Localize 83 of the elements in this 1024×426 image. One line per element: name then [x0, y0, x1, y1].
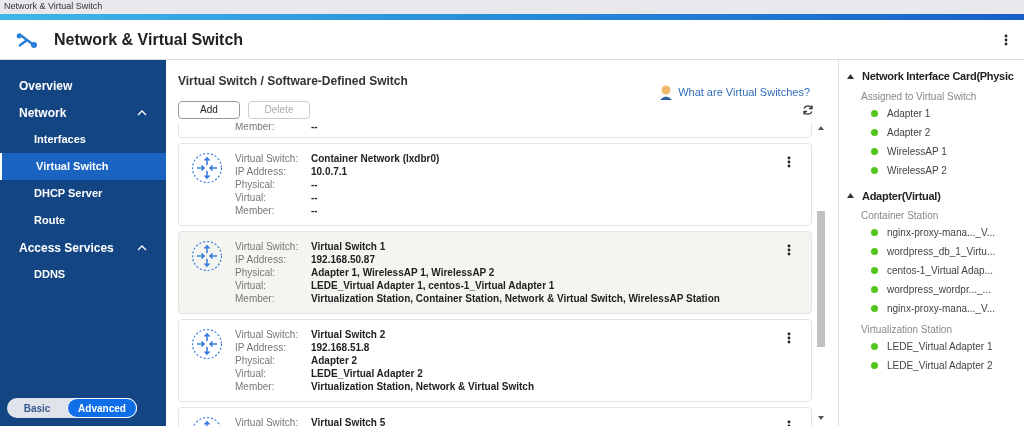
field-label: Virtual Switch:: [235, 151, 300, 165]
field-label: Physical:: [235, 353, 276, 367]
adapter-name: LEDE_Virtual Adapter 2: [887, 359, 993, 373]
field-value: Adapter 1, WirelessAP 1, WirelessAP 2: [311, 265, 495, 279]
nav-subitem[interactable]: Virtual Switch: [0, 153, 166, 180]
nav-subitem[interactable]: DHCP Server: [0, 180, 166, 207]
adapter-name: Adapter 1: [887, 106, 931, 121]
field-label: IP Address:: [235, 252, 287, 266]
field-value: Virtualization Station, Container Station, Network & Virtual Switch, WirelessAP Station: [311, 291, 720, 305]
nav-item[interactable]: Network: [0, 99, 166, 126]
group-title: Assigned to Virtual Switch: [861, 89, 978, 104]
refresh-icon[interactable]: [802, 103, 814, 116]
group-title: Virtualization Station: [861, 323, 953, 337]
switch-card[interactable]: Virtual Switch: Virtual Switch 5: [178, 406, 812, 426]
switch-arrows-icon: [191, 239, 223, 272]
nav-subitem[interactable]: Route: [0, 207, 166, 234]
field-label: IP Address:: [235, 340, 287, 354]
switch-card[interactable]: [178, 230, 812, 314]
adapter-name: wordpress_db_1_Virtu...: [887, 245, 996, 259]
collapse-triangle-icon[interactable]: [847, 193, 854, 199]
field-label: Virtual:: [235, 278, 267, 292]
switch-card[interactable]: Virtual Switch: Container Network (lxdbr0) IP Address: 10.0.7.1 Physical: -- Virtual: -- Member: --: [178, 142, 812, 226]
window-title: Network & Virtual Switch: [4, 0, 103, 14]
field-value: --: [311, 203, 318, 217]
field-value: 10.0.7.1: [311, 164, 348, 178]
field-label: Virtual Switch:: [235, 415, 300, 426]
field-value: Virtualization Station, Network & Virtual Switch: [311, 379, 534, 393]
field-label: Virtual:: [235, 366, 267, 380]
mode-option[interactable]: Advanced: [67, 398, 137, 418]
field-value: Adapter 2: [311, 353, 358, 367]
help-link[interactable]: What are Virtual Switches?: [678, 84, 810, 101]
field-label: Member:: [235, 379, 276, 393]
field-label: Member:: [235, 122, 276, 133]
collapse-triangle-icon[interactable]: [847, 73, 854, 79]
switch-arrows-icon: [191, 151, 223, 184]
more-options-icon[interactable]: [787, 331, 791, 344]
adapter-name: LEDE_Virtual Adapter 1: [887, 340, 993, 354]
adapter-name: nginx-proxy-mana..._V...: [887, 226, 996, 240]
field-value: --: [311, 177, 318, 191]
field-label: Virtual Switch:: [235, 239, 300, 253]
section-title[interactable]: Network Interface Card(Physic: [862, 68, 1014, 85]
adapter-name: wordpress_wordpr..._...: [887, 283, 991, 297]
chevron-up-icon[interactable]: [137, 244, 147, 251]
field-value: Virtual Switch 2: [311, 327, 386, 341]
adapter-name: WirelessAP 2: [887, 163, 947, 178]
field-value: Container Network (lxdbr0): [311, 151, 440, 165]
field-value: 192.168.51.8: [311, 340, 370, 354]
group-title: Container Station: [861, 209, 940, 223]
field-value: --: [311, 190, 318, 204]
action-button[interactable]: Add: [178, 100, 240, 119]
more-options-icon[interactable]: [787, 155, 791, 168]
field-label: Physical:: [235, 177, 276, 191]
nav-subitem[interactable]: DDNS: [0, 261, 166, 288]
field-label: IP Address:: [235, 164, 287, 178]
network-nodes-icon: [16, 30, 38, 49]
nav-item[interactable]: Access Services: [0, 234, 166, 261]
adapter-name: nginx-proxy-mana..._V...: [887, 302, 996, 316]
section-title[interactable]: Adapter(Virtual): [862, 187, 941, 204]
field-value: Virtual Switch 5: [311, 415, 386, 426]
field-label: Member:: [235, 291, 276, 305]
field-label: Physical:: [235, 265, 276, 279]
more-options-icon[interactable]: [787, 243, 791, 256]
chevron-up-icon[interactable]: [137, 109, 147, 116]
field-label: Virtual Switch:: [235, 327, 300, 341]
mode-option[interactable]: Basic: [7, 398, 67, 418]
adapter-name: Adapter 2: [887, 125, 931, 140]
switch-card[interactable]: Member: --: [178, 122, 812, 138]
more-menu-icon[interactable]: [1004, 33, 1008, 46]
page-title: Virtual Switch / Software-Defined Switch: [178, 73, 408, 90]
field-value: LEDE_Virtual Adapter 1, centos-1_Virtual Adapter 1: [311, 278, 555, 292]
field-value: 192.168.50.87: [311, 252, 375, 266]
nav-subitem[interactable]: Interfaces: [0, 126, 166, 153]
adapter-name: WirelessAP 1: [887, 144, 947, 159]
app-title: Network & Virtual Switch: [54, 29, 244, 50]
switch-arrows-icon: [191, 327, 223, 360]
field-label: Member:: [235, 203, 276, 217]
switch-card[interactable]: Virtual Switch: Virtual Switch 2 IP Address: 192.168.51.8 Physical: Adapter 2 Virtual: LEDE_Virtual Adapter 2 Member: Virtualization Station, Network & Virtual Switch: [178, 318, 812, 402]
field-label: Virtual:: [235, 190, 267, 204]
nav-item[interactable]: Overview: [0, 72, 166, 99]
field-value: --: [311, 122, 318, 133]
adapter-name: centos-1_Virtual Adap...: [887, 264, 993, 278]
field-value: LEDE_Virtual Adapter 2: [311, 366, 423, 380]
field-value: Virtual Switch 1: [311, 239, 386, 253]
